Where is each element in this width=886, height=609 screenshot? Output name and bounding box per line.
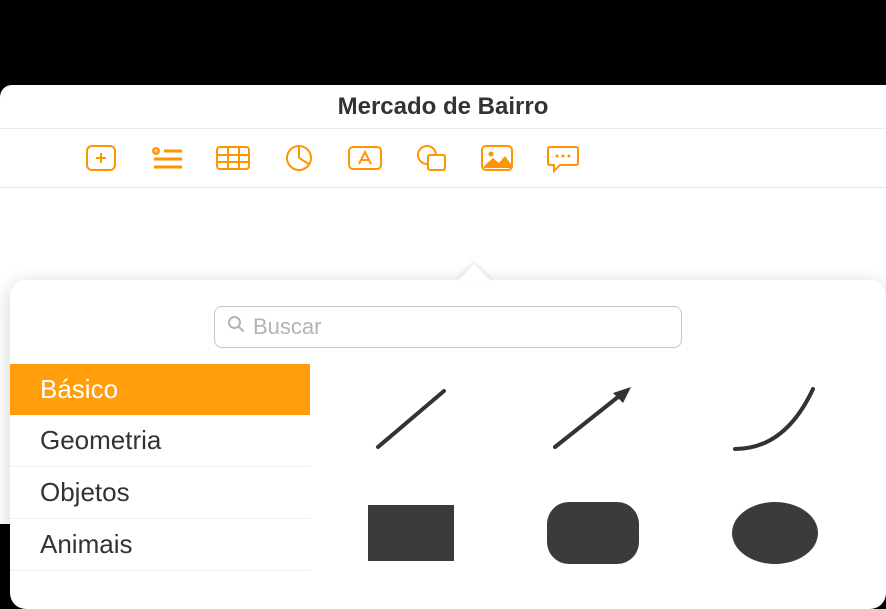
curve-icon bbox=[725, 379, 825, 459]
search-icon bbox=[227, 315, 245, 339]
shape-line[interactable] bbox=[340, 374, 482, 464]
popover-body: Básico Geometria Objetos Animais bbox=[10, 364, 886, 609]
category-animais[interactable]: Animais bbox=[10, 519, 310, 571]
comment-button[interactable] bbox=[544, 143, 582, 173]
shape-icon bbox=[414, 143, 448, 173]
popover-arrow bbox=[456, 264, 492, 282]
shape-square[interactable] bbox=[340, 488, 482, 578]
shape-button[interactable] bbox=[412, 143, 450, 173]
chart-button[interactable] bbox=[280, 143, 318, 173]
add-icon bbox=[85, 144, 117, 172]
letterbox-top bbox=[0, 0, 886, 85]
textbox-icon bbox=[347, 145, 383, 171]
rounded-square-icon bbox=[547, 502, 639, 564]
circle-icon bbox=[732, 502, 818, 564]
shapes-popover: Básico Geometria Objetos Animais bbox=[10, 280, 886, 609]
textbox-button[interactable] bbox=[346, 143, 384, 173]
chart-icon bbox=[284, 143, 314, 173]
category-label: Geometria bbox=[40, 425, 161, 455]
category-label: Animais bbox=[40, 529, 132, 559]
toolbar: + bbox=[0, 129, 886, 188]
category-basico[interactable]: Básico bbox=[10, 364, 310, 415]
category-objetos[interactable]: Objetos bbox=[10, 467, 310, 519]
search-input[interactable] bbox=[253, 314, 669, 340]
shapes-grid bbox=[310, 364, 886, 609]
shape-arrow[interactable] bbox=[522, 374, 664, 464]
square-icon bbox=[368, 505, 454, 561]
shape-curve[interactable] bbox=[704, 374, 846, 464]
svg-text:+: + bbox=[153, 146, 158, 156]
add-button[interactable] bbox=[82, 143, 120, 173]
image-icon bbox=[480, 144, 514, 172]
list-button[interactable]: + bbox=[148, 143, 186, 173]
comment-icon bbox=[546, 143, 580, 173]
category-label: Básico bbox=[40, 374, 118, 404]
shape-circle[interactable] bbox=[704, 488, 846, 578]
table-icon bbox=[215, 144, 251, 172]
shape-rounded-square[interactable] bbox=[522, 488, 664, 578]
callout-pointer-line bbox=[789, 0, 791, 75]
categories-sidebar: Básico Geometria Objetos Animais bbox=[10, 364, 310, 609]
document-title: Mercado de Bairro bbox=[338, 93, 549, 121]
title-bar: Mercado de Bairro bbox=[0, 85, 886, 129]
list-icon: + bbox=[150, 144, 184, 172]
search-box[interactable] bbox=[214, 306, 682, 348]
category-geometria[interactable]: Geometria bbox=[10, 415, 310, 467]
table-button[interactable] bbox=[214, 143, 252, 173]
category-label: Objetos bbox=[40, 477, 130, 507]
line-icon bbox=[366, 379, 456, 459]
search-row bbox=[10, 280, 886, 364]
arrow-icon bbox=[543, 379, 643, 459]
image-button[interactable] bbox=[478, 143, 516, 173]
app-window: Mercado de Bairro + bbox=[0, 85, 886, 524]
